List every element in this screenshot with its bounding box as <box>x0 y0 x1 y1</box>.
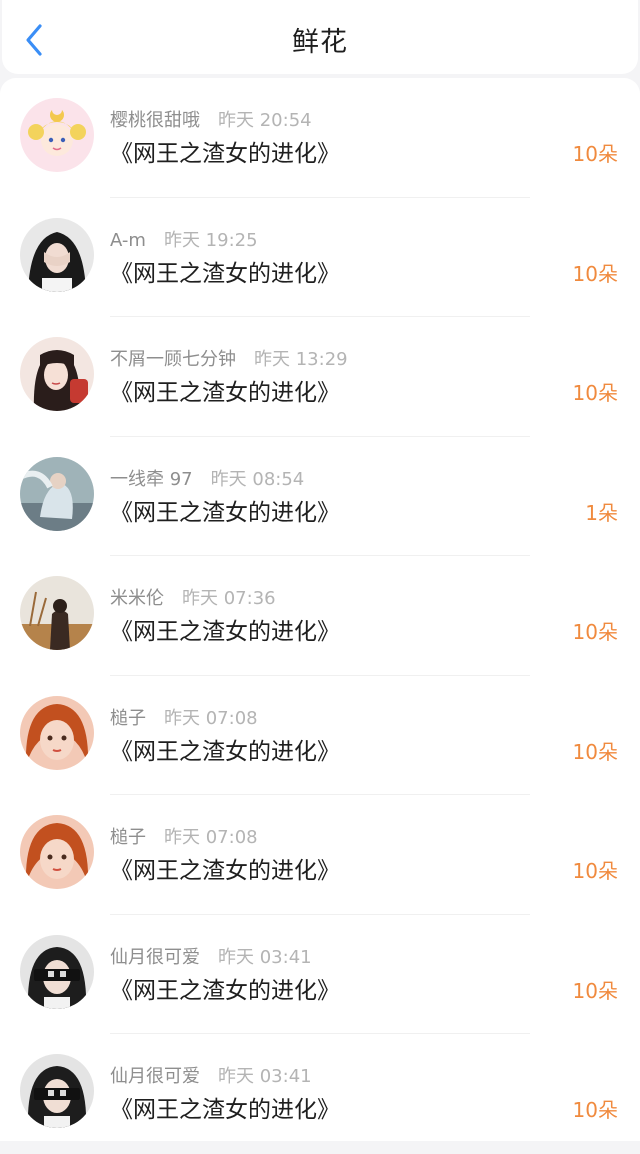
item-meta: 槌子 昨天 07:08 <box>110 704 258 730</box>
timestamp: 昨天 20:54 <box>218 110 312 131</box>
item-meta: 仙月很可爱 昨天 03:41 <box>110 1062 312 1088</box>
timestamp: 昨天 13:29 <box>254 349 348 370</box>
top-bar: 鲜花 <box>2 0 638 74</box>
book-title[interactable]: 《网王之渣女的进化》 <box>110 134 340 168</box>
book-title[interactable]: 《网王之渣女的进化》 <box>110 373 340 407</box>
book-title[interactable]: 《网王之渣女的进化》 <box>110 971 340 1005</box>
avatar[interactable] <box>20 934 94 1009</box>
list-item[interactable]: 仙月很可爱 昨天 03:41 《网王之渣女的进化》 10朵 <box>0 915 640 1034</box>
username[interactable]: 米米伦 <box>110 588 164 609</box>
item-meta: 樱桃很甜哦 昨天 20:54 <box>110 106 312 132</box>
timestamp: 昨天 07:08 <box>164 707 258 729</box>
flower-count: 10朵 <box>572 859 618 883</box>
timestamp: 昨天 07:36 <box>182 588 276 609</box>
list-item[interactable]: 槌子 昨天 07:08 《网王之渣女的进化》 10朵 <box>0 676 640 795</box>
book-title[interactable]: 《网王之渣女的进化》 <box>110 493 340 527</box>
flower-count: 10朵 <box>572 739 618 764</box>
username[interactable]: 仙月很可爱 <box>110 947 200 968</box>
avatar[interactable] <box>20 815 94 889</box>
timestamp: 昨天 08:54 <box>210 468 305 490</box>
item-meta: 不屑一顾七分钟 昨天 13:29 <box>110 345 348 371</box>
item-meta: A-m 昨天 19:25 <box>110 226 258 252</box>
username[interactable]: 仙月很可爱 <box>110 1066 200 1087</box>
book-title[interactable]: 《网王之渣女的进化》 <box>110 732 340 766</box>
username[interactable]: 一线牵 97 <box>110 469 193 490</box>
avatar[interactable] <box>20 695 94 770</box>
list-item[interactable]: 仙月很可爱 昨天 03:41 《网王之渣女的进化》 10朵 <box>0 1034 640 1154</box>
avatar[interactable] <box>20 576 94 650</box>
timestamp: 昨天 19:25 <box>163 229 258 251</box>
list-item[interactable]: A-m 昨天 19:25 《网王之渣女的进化》 10朵 <box>0 198 640 317</box>
book-title[interactable]: 《网王之渣女的进化》 <box>110 851 340 885</box>
timestamp: 昨天 03:41 <box>218 1066 312 1087</box>
flower-list: 樱桃很甜哦 昨天 20:54 《网王之渣女的进化》 10朵 A-m 昨天 19:25… <box>0 78 640 1141</box>
avatar[interactable] <box>20 217 94 292</box>
username[interactable]: 槌子 <box>110 708 146 729</box>
list-item[interactable]: 槌子 昨天 07:08 《网王之渣女的进化》 10朵 <box>0 795 640 915</box>
list-item[interactable]: 一线牵 97 昨天 08:54 《网王之渣女的进化》 1朵 <box>0 437 640 556</box>
avatar[interactable] <box>20 456 94 531</box>
list-item[interactable]: 米米伦 昨天 07:36 《网王之渣女的进化》 10朵 <box>0 556 640 676</box>
username[interactable]: 樱桃很甜哦 <box>110 110 200 131</box>
flower-count: 10朵 <box>572 261 618 286</box>
list-item[interactable]: 樱桃很甜哦 昨天 20:54 《网王之渣女的进化》 10朵 <box>0 78 640 198</box>
item-meta: 米米伦 昨天 07:36 <box>110 584 276 610</box>
flower-count: 10朵 <box>572 978 618 1003</box>
username[interactable]: 槌子 <box>110 827 146 848</box>
book-title[interactable]: 《网王之渣女的进化》 <box>110 612 340 646</box>
flower-count: 10朵 <box>572 1098 618 1122</box>
item-meta: 仙月很可爱 昨天 03:41 <box>110 943 312 969</box>
book-title[interactable]: 《网王之渣女的进化》 <box>110 1090 340 1124</box>
flower-count: 1朵 <box>585 500 618 525</box>
page-title: 鲜花 <box>292 27 348 58</box>
flower-count: 10朵 <box>572 620 618 644</box>
avatar[interactable] <box>20 337 94 411</box>
timestamp: 昨天 07:08 <box>164 827 258 848</box>
avatar[interactable] <box>20 1054 94 1128</box>
username[interactable]: 不屑一顾七分钟 <box>110 349 236 370</box>
username[interactable]: A-m <box>110 230 146 251</box>
flower-count: 10朵 <box>572 142 618 166</box>
list-item[interactable]: 不屑一顾七分钟 昨天 13:29 《网王之渣女的进化》 10朵 <box>0 317 640 437</box>
avatar[interactable] <box>20 98 94 172</box>
timestamp: 昨天 03:41 <box>218 946 312 968</box>
flower-count: 10朵 <box>572 381 618 405</box>
book-title[interactable]: 《网王之渣女的进化》 <box>110 254 340 288</box>
item-meta: 一线牵 97 昨天 08:54 <box>110 465 304 491</box>
item-meta: 槌子 昨天 07:08 <box>110 823 258 849</box>
